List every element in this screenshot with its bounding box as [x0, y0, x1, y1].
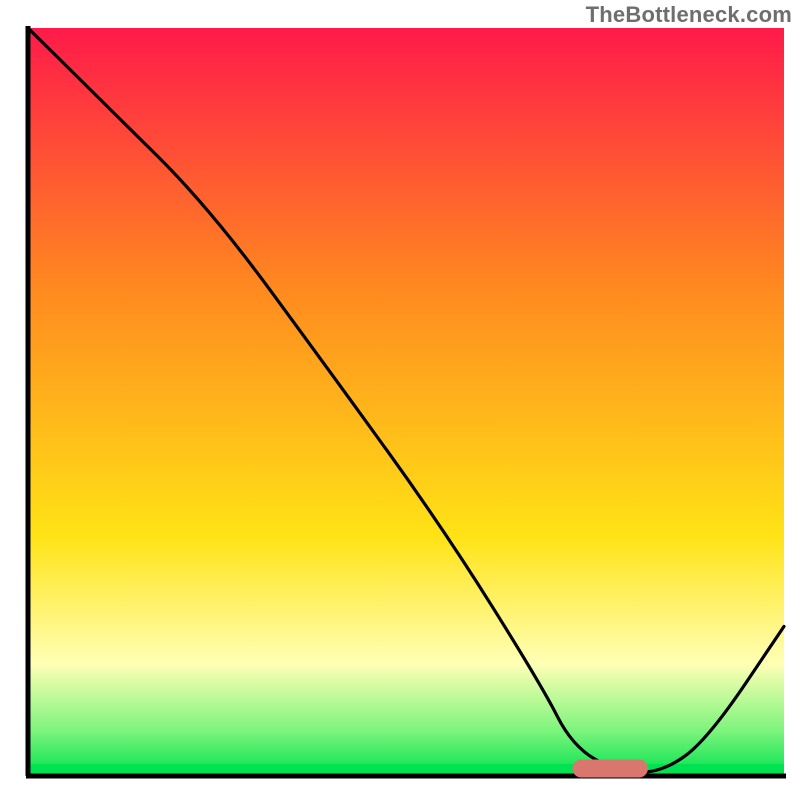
- watermark-text: TheBottleneck.com: [586, 2, 792, 28]
- bottleneck-chart: [0, 0, 800, 800]
- chart-container: TheBottleneck.com: [0, 0, 800, 800]
- optimal-marker: [572, 760, 648, 778]
